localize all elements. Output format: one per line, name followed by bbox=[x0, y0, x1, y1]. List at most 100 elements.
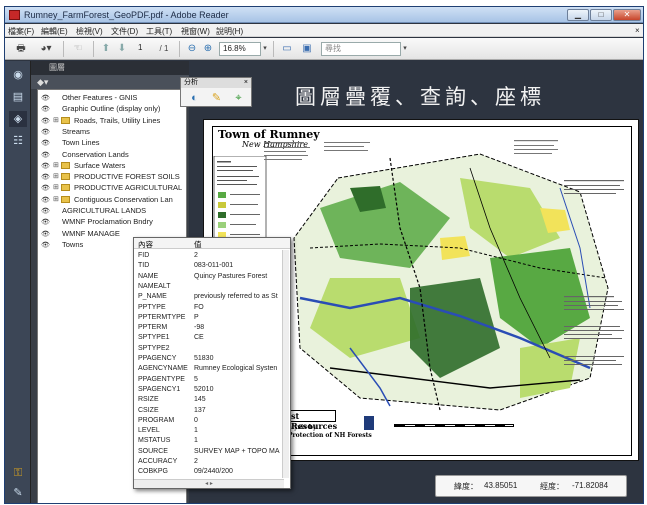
layer-row[interactable]: 👁 ⊞ Contiguous Conservation Lan bbox=[38, 194, 188, 205]
object-data-icon[interactable]: ◐ bbox=[187, 91, 202, 105]
properties-header: 內容 值 bbox=[134, 238, 290, 249]
layer-row[interactable]: 👁 ⊞ PRODUCTIVE AGRICULTURAL bbox=[38, 182, 188, 193]
folder-icon bbox=[61, 173, 70, 181]
layer-label: Graphic Outline (display only) bbox=[62, 104, 161, 114]
layers-options-menu[interactable]: ◆▾ bbox=[31, 75, 189, 89]
zoom-out-icon[interactable]: ⊖ bbox=[185, 42, 199, 56]
model-tree-icon[interactable]: ☷ bbox=[9, 133, 27, 149]
minimize-button[interactable]: ▁ bbox=[567, 9, 589, 21]
properties-vertical-scrollbar[interactable] bbox=[282, 250, 289, 478]
find-dropdown-chevron-down-icon[interactable]: ▾ bbox=[401, 42, 409, 56]
layer-label: Conservation Lands bbox=[62, 149, 129, 159]
menu-file[interactable]: 檔案(F) bbox=[8, 26, 34, 37]
attachments-icon[interactable]: ▤ bbox=[9, 89, 27, 105]
key-icon[interactable]: ⚿ bbox=[9, 465, 27, 481]
geospatial-location-icon[interactable]: ⌖ bbox=[231, 91, 246, 105]
layer-visibility-eye-icon[interactable]: 👁 bbox=[41, 104, 50, 114]
zoom-in-icon[interactable]: ⊕ bbox=[201, 42, 215, 56]
layer-label: PRODUCTIVE FOREST SOILS bbox=[74, 172, 180, 182]
properties-col-name: 內容 bbox=[138, 240, 153, 249]
pdf-app-icon bbox=[9, 10, 20, 20]
pages-icon[interactable]: ◉ bbox=[9, 67, 27, 83]
window-title: Rumney_FarmForest_GeoPDF.pdf - Adobe Rea… bbox=[24, 10, 229, 20]
up-arrow-icon[interactable]: ⬆ bbox=[99, 42, 113, 56]
globe-icon[interactable]: ◕▾ bbox=[35, 42, 57, 56]
layer-row[interactable]: 👁 ⊞ Surface Waters bbox=[38, 160, 188, 171]
layer-visibility-eye-icon[interactable]: 👁 bbox=[41, 127, 50, 137]
layer-row[interactable]: 👁 ⊞ PRODUCTIVE FOREST SOILS bbox=[38, 171, 188, 182]
property-value: P bbox=[194, 313, 199, 321]
layer-visibility-eye-icon[interactable]: 👁 bbox=[41, 116, 50, 126]
layer-visibility-eye-icon[interactable]: 👁 bbox=[41, 138, 50, 148]
layer-row[interactable]: 👁 AGRICULTURAL LANDS bbox=[38, 205, 188, 216]
expand-icon[interactable]: ⊞ bbox=[53, 171, 59, 182]
layers-icon[interactable]: ◈ bbox=[9, 111, 27, 127]
layer-row[interactable]: 👁 Graphic Outline (display only) bbox=[38, 103, 188, 114]
maximize-button[interactable]: □ bbox=[590, 9, 612, 21]
fit-page-icon[interactable]: ▭ bbox=[279, 42, 295, 56]
layer-label: Roads, Trails, Utility Lines bbox=[74, 115, 161, 125]
zoom-dropdown-chevron-down-icon[interactable]: ▾ bbox=[261, 42, 269, 56]
layer-visibility-eye-icon[interactable]: 👁 bbox=[41, 229, 50, 239]
screen: Rumney_FarmForest_GeoPDF.pdf - Adobe Rea… bbox=[0, 0, 647, 505]
menu-tools[interactable]: 工具(T) bbox=[146, 26, 172, 37]
property-row: COBKPG 09/2440/200 bbox=[134, 467, 282, 478]
layer-row[interactable]: 👁 Other Features - GNIS bbox=[38, 92, 188, 103]
layer-visibility-eye-icon[interactable]: 👁 bbox=[41, 206, 50, 216]
measure-icon[interactable]: ✎ bbox=[209, 91, 224, 105]
property-row: PPTERMTYPE P bbox=[134, 313, 282, 324]
analysis-close-icon[interactable]: × bbox=[244, 78, 248, 88]
zoom-level-input[interactable]: 16.8% bbox=[219, 42, 261, 56]
title-bar[interactable]: Rumney_FarmForest_GeoPDF.pdf - Adobe Rea… bbox=[5, 7, 643, 23]
layer-visibility-eye-icon[interactable]: 👁 bbox=[41, 217, 50, 227]
property-value: 145 bbox=[194, 396, 206, 404]
property-key: AGENCYNAME bbox=[138, 365, 188, 373]
menubar-close-icon[interactable]: × bbox=[635, 26, 640, 35]
hand-icon[interactable]: ☜ bbox=[69, 42, 87, 56]
property-row: NAME Quincy Pastures Forest bbox=[134, 272, 282, 283]
printer-icon[interactable]: 🖶 bbox=[13, 42, 29, 56]
menu-edit[interactable]: 編輯(E) bbox=[41, 26, 68, 37]
longitude-label: 經度： bbox=[540, 482, 564, 491]
layer-row[interactable]: 👁 Streams bbox=[38, 126, 188, 137]
layer-visibility-eye-icon[interactable]: 👁 bbox=[41, 161, 50, 171]
layer-row[interactable]: 👁 ⊞ Roads, Trails, Utility Lines bbox=[38, 115, 188, 126]
menu-bar: 檔案(F) 編輯(E) 檢視(V) 文件(D) 工具(T) 視窗(W) 說明(H… bbox=[5, 24, 643, 37]
layer-visibility-eye-icon[interactable]: 👁 bbox=[41, 150, 50, 160]
properties-horizontal-scrollbar[interactable]: ◂ ▸ bbox=[134, 479, 284, 488]
layer-row[interactable]: 👁 Conservation Lands bbox=[38, 149, 188, 160]
layer-label: PRODUCTIVE AGRICULTURAL bbox=[74, 183, 183, 193]
layer-visibility-eye-icon[interactable]: 👁 bbox=[41, 240, 50, 250]
property-key: PPAGENTYPE bbox=[138, 375, 185, 383]
property-key: FID bbox=[138, 252, 150, 259]
layer-visibility-eye-icon[interactable]: 👁 bbox=[41, 93, 50, 103]
layer-label: Town Lines bbox=[62, 138, 100, 148]
expand-icon[interactable]: ⊞ bbox=[53, 160, 59, 171]
property-value: 1 bbox=[194, 427, 198, 435]
find-input[interactable]: 尋找 bbox=[321, 42, 401, 56]
layer-row[interactable]: 👁 WMNF Proclamation Bndry bbox=[38, 216, 188, 227]
coordinate-readout: 緯度： 43.85051 經度： -71.82084 bbox=[435, 475, 627, 497]
expand-icon[interactable]: ⊞ bbox=[53, 194, 59, 205]
layer-visibility-eye-icon[interactable]: 👁 bbox=[41, 183, 50, 193]
menu-document[interactable]: 文件(D) bbox=[111, 26, 138, 37]
fit-width-icon[interactable]: ▣ bbox=[299, 42, 315, 56]
expand-icon[interactable]: ⊞ bbox=[53, 182, 59, 193]
property-key: NAMEALT bbox=[138, 282, 171, 290]
layer-visibility-eye-icon[interactable]: 👁 bbox=[41, 172, 50, 182]
folder-icon bbox=[61, 161, 70, 169]
layer-label: AGRICULTURAL LANDS bbox=[62, 206, 147, 215]
layer-visibility-eye-icon[interactable]: 👁 bbox=[41, 195, 50, 205]
menu-window[interactable]: 視窗(W) bbox=[181, 26, 210, 37]
latitude-label: 緯度： bbox=[454, 482, 478, 491]
menu-help[interactable]: 說明(H) bbox=[216, 26, 243, 37]
property-row: PPAGENTYPE 5 bbox=[134, 375, 282, 386]
expand-icon[interactable]: ⊞ bbox=[53, 115, 59, 126]
menu-view[interactable]: 檢視(V) bbox=[76, 26, 103, 37]
down-arrow-icon[interactable]: ⬇ bbox=[115, 42, 129, 56]
paperclip-icon[interactable]: ✎ bbox=[9, 485, 27, 501]
close-button[interactable]: ✕ bbox=[613, 9, 641, 21]
layer-row[interactable]: 👁 Town Lines bbox=[38, 137, 188, 148]
property-value: 137 bbox=[194, 406, 206, 414]
page-number-input[interactable]: 1 bbox=[135, 42, 153, 56]
